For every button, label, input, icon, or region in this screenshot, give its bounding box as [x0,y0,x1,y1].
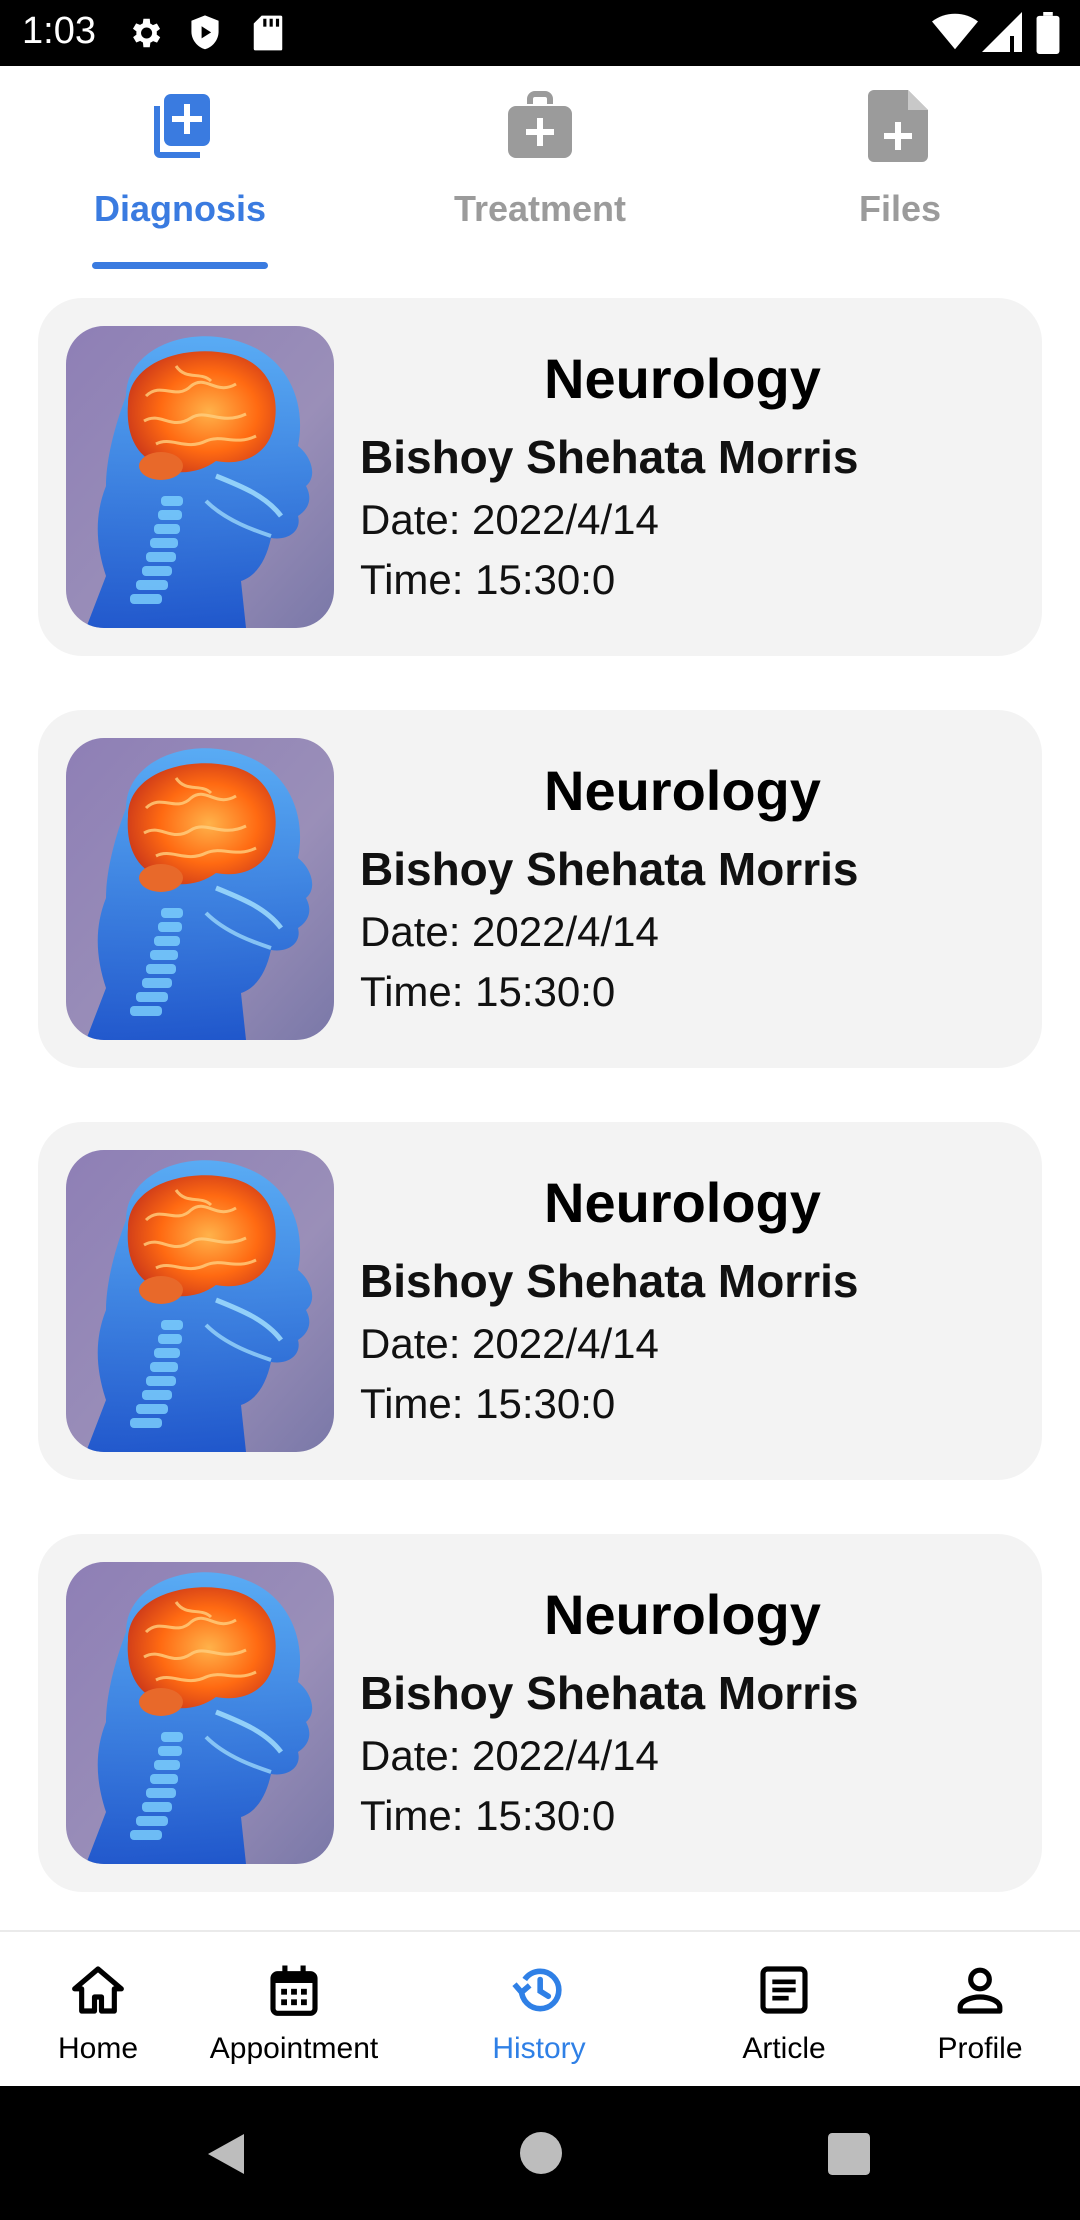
brain-xray-image [66,326,334,628]
wifi-icon [932,13,978,50]
tab-diagnosis[interactable]: Diagnosis [0,66,360,272]
calendar-icon [270,1965,318,2016]
tab-label: Files [858,188,942,229]
card-doctor-name: Bishoy Shehata Morris [360,1667,859,1719]
diagnosis-card[interactable]: Neurology Bishoy Shehata Morris Date: 20… [38,1122,1042,1480]
home-icon [72,1966,124,2014]
brain-xray-image [66,738,334,1040]
shield-play-icon [191,15,219,50]
file-plus-icon [868,90,928,162]
tab-files[interactable]: Files [720,66,1080,272]
card-date: Date: 2022/4/14 [360,1320,659,1367]
card-doctor-name: Bishoy Shehata Morris [360,843,859,895]
back-triangle-icon[interactable] [204,2130,248,2178]
brain-xray-image [66,1150,334,1452]
card-time: Time: 15:30:0 [360,968,616,1015]
nav-item-profile[interactable]: Profile [912,1932,1048,2088]
battery-icon [1036,12,1060,54]
card-date: Date: 2022/4/14 [360,496,659,543]
nav-label: Appointment [209,2032,379,2065]
sd-card-icon [253,15,283,51]
system-navigation-bar [0,2086,1080,2220]
card-time: Time: 15:30:0 [360,556,616,603]
active-tab-indicator [92,262,268,269]
card-date: Date: 2022/4/14 [360,908,659,955]
nav-item-home[interactable]: Home [30,1932,166,2088]
tab-treatment[interactable]: Treatment [360,66,720,272]
settings-gear-icon [132,18,161,48]
nav-label: History [492,2032,586,2065]
card-time: Time: 15:30:0 [360,1380,616,1427]
card-title: Neurology [544,347,821,410]
nav-label: Article [742,2032,826,2065]
status-time: 1:03 [22,10,96,52]
card-title: Neurology [544,1583,821,1646]
card-title: Neurology [544,759,821,822]
card-title: Neurology [544,1171,821,1234]
nav-item-history[interactable]: History [460,1932,618,2088]
diagnosis-card[interactable]: Neurology Bishoy Shehata Morris Date: 20… [38,1534,1042,1892]
person-icon [957,1967,1003,2014]
nav-item-appointment[interactable]: Appointment [188,1932,400,2088]
home-circle-icon[interactable] [520,2132,562,2174]
tab-label: Diagnosis [93,188,267,229]
nav-label: Profile [937,2032,1023,2065]
add-copy-icon [154,94,210,158]
brain-xray-image [66,1562,334,1864]
nav-item-article[interactable]: Article [716,1932,852,2088]
status-bar: 1:03 [0,0,1080,66]
card-doctor-name: Bishoy Shehata Morris [360,1255,859,1307]
bottom-navigation: Home Appointment History Article Profile [0,1930,1080,2088]
card-date: Date: 2022/4/14 [360,1732,659,1779]
recents-square-icon[interactable] [828,2133,870,2175]
article-icon [760,1966,808,2014]
diagnosis-card[interactable]: Neurology Bishoy Shehata Morris Date: 20… [38,298,1042,656]
diagnosis-card[interactable]: Neurology Bishoy Shehata Morris Date: 20… [38,710,1042,1068]
card-time: Time: 15:30:0 [360,1792,616,1839]
card-doctor-name: Bishoy Shehata Morris [360,431,859,483]
top-tab-bar: Diagnosis Treatment Files [0,66,1080,272]
tab-label: Treatment [453,188,627,229]
medical-briefcase-icon [508,91,572,158]
cell-signal-icon [982,12,1022,52]
nav-label: Home [57,2032,139,2065]
history-icon [512,1968,562,2012]
